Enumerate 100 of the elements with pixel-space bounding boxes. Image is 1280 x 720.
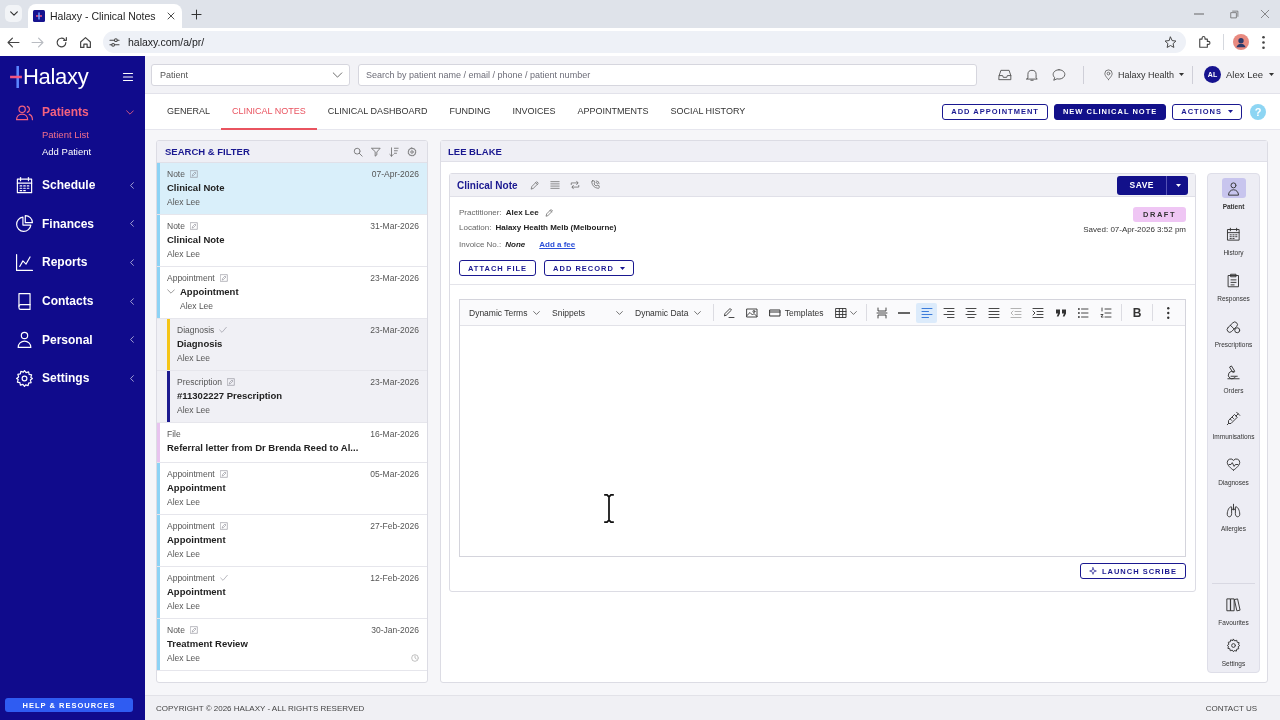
numbered-list-icon [1099,306,1112,319]
pencil-icon[interactable] [529,180,540,190]
tab[interactable]: SOCIAL HISTORY [659,94,757,130]
nav-subitem[interactable]: Add Patient [0,143,145,160]
nav-item[interactable]: Settings [0,358,145,398]
phone-icon[interactable] [589,180,600,190]
record-author: Alex Lee [177,353,211,363]
tab[interactable]: GENERAL [156,94,221,130]
record-title: #11302227 Prescription [177,389,283,401]
record-item[interactable]: File 16-Mar-2026 Referral letter from Dr Brenda Reed to Al... [157,423,427,463]
save-button[interactable]: SAVE [1117,175,1166,195]
new-tab-icon[interactable] [191,9,202,20]
location-menu[interactable]: Halaxy Health [1103,68,1185,81]
microscope-icon [1226,364,1241,380]
calendar-icon [1226,226,1241,242]
address-bar[interactable]: halaxy.com/a/pr/ [103,31,1186,53]
pencil-icon[interactable] [544,208,554,217]
contact-link[interactable]: CONTACT US [1205,703,1257,713]
nav-subitem[interactable]: Patient List [0,126,145,143]
nav-item[interactable]: Personal [0,320,145,359]
chevron-down-icon[interactable] [167,288,175,294]
snippets-dropdown[interactable]: Snippets [547,302,628,323]
settings-icon[interactable] [407,146,417,157]
puzzle-icon[interactable] [1198,35,1212,49]
nav-item[interactable]: Finances [0,204,145,244]
record-item[interactable]: Note 07-Apr-2026 Clinical Note Alex Lee [157,163,427,215]
dynamic-data-dropdown[interactable]: Dynamic Data [630,302,708,323]
record-author: Alex Lee [167,601,201,611]
person-icon [1221,178,1246,198]
record-date: 07-Apr-2026 [371,169,419,179]
home-icon[interactable] [79,35,92,49]
saved-time: Saved: 07-Apr-2026 3:52 pm [1083,224,1186,236]
location-value: Halaxy Health Melb (Melbourne) [495,222,617,234]
record-title: Referral letter from Dr Brenda Reed to Al... [167,441,359,453]
nav-item[interactable]: Contacts [0,281,145,321]
record-item[interactable]: Appointment 23-Mar-2026 Appointment Alex Lee [157,267,427,319]
inbox-icon[interactable] [998,67,1012,82]
record-type: Appointment [167,273,215,283]
close-icon[interactable] [167,12,175,20]
chevron-down-icon [332,71,343,78]
profile-avatar-icon[interactable] [1233,34,1249,50]
tab[interactable]: APPOINTMENTS [566,94,660,130]
bold-button[interactable]: B [1126,302,1148,323]
star-icon[interactable] [1164,35,1177,49]
more-icon[interactable] [1262,35,1265,49]
record-item[interactable]: Note 31-Mar-2026 Clinical Note Alex Lee [157,215,427,267]
sliders-icon[interactable] [109,36,120,48]
save-menu-button[interactable] [1166,175,1188,195]
record-item[interactable]: Prescription 23-Mar-2026 #11302227 Prescription Alex Lee [157,371,427,423]
sort-icon[interactable] [389,146,399,157]
search-field[interactable]: Search by patient name / email / phone / patient number [358,63,977,86]
horizontal-line-icon [898,311,911,314]
menu-icon[interactable] [121,71,135,83]
indent-icon [1032,306,1045,319]
filter-icon[interactable] [371,146,381,157]
browser-tab[interactable]: Halaxy - Clinical Notes [28,4,182,28]
record-title: Diagnosis [177,337,223,349]
align-left-button[interactable] [916,302,937,323]
chat-icon[interactable] [1052,67,1066,82]
site-icon [33,10,45,22]
field-label: Practitioner: [459,207,502,219]
record-item[interactable]: Appointment 12-Feb-2026 Appointment Alex Lee [157,567,427,619]
record-author: Alex Lee [167,197,201,207]
templates-button[interactable]: Templates [763,302,829,323]
page-break-icon [875,306,888,319]
search-icon[interactable] [353,146,363,157]
restore-icon[interactable] [1230,9,1239,19]
pen-icon [723,306,736,319]
record-item[interactable]: Appointment 27-Feb-2026 Appointment Alex Lee [157,515,427,567]
record-item[interactable]: Note 30-Jan-2026 Treatment Review Alex Lee [157,619,427,671]
chevron-down-icon [694,310,702,315]
nav-item[interactable]: Patients [0,98,145,126]
list-icon[interactable] [549,180,560,190]
record-date: 27-Feb-2026 [370,521,419,531]
field-label: Location: [459,222,492,234]
book-icon [15,291,34,311]
record-title: Appointment [167,585,226,597]
tab[interactable]: FUNDING [438,94,502,130]
chevron-down-icon [533,310,541,315]
record-title: Appointment [167,533,226,545]
reload-icon[interactable] [55,35,68,49]
tab-search-button[interactable] [5,5,22,22]
nav-item[interactable]: Reports [0,243,145,282]
record-item[interactable]: Appointment 05-Mar-2026 Appointment Alex Lee [157,463,427,515]
patient-select[interactable]: Patient [151,63,350,86]
back-icon[interactable] [7,35,20,49]
nav-item[interactable]: Schedule [0,166,145,205]
record-author: Alex Lee [167,249,201,259]
record-title: Appointment [180,285,239,297]
notifications-icon[interactable] [1025,67,1039,82]
dynamic-terms-dropdown[interactable]: Dynamic Terms [464,302,545,323]
record-item[interactable]: Diagnosis 23-Mar-2026 Diagnosis Alex Lee [157,319,427,371]
caret-icon [1269,73,1274,76]
repeat-icon[interactable] [569,180,580,190]
sparkle-icon [1088,567,1097,575]
tab[interactable]: CLINICAL DASHBOARD [316,94,439,130]
add-fee-link[interactable]: Add a fee [539,237,576,252]
record-date: 12-Feb-2026 [370,573,419,583]
record-author: Alex Lee [177,405,211,415]
tab[interactable]: INVOICES [501,94,567,130]
